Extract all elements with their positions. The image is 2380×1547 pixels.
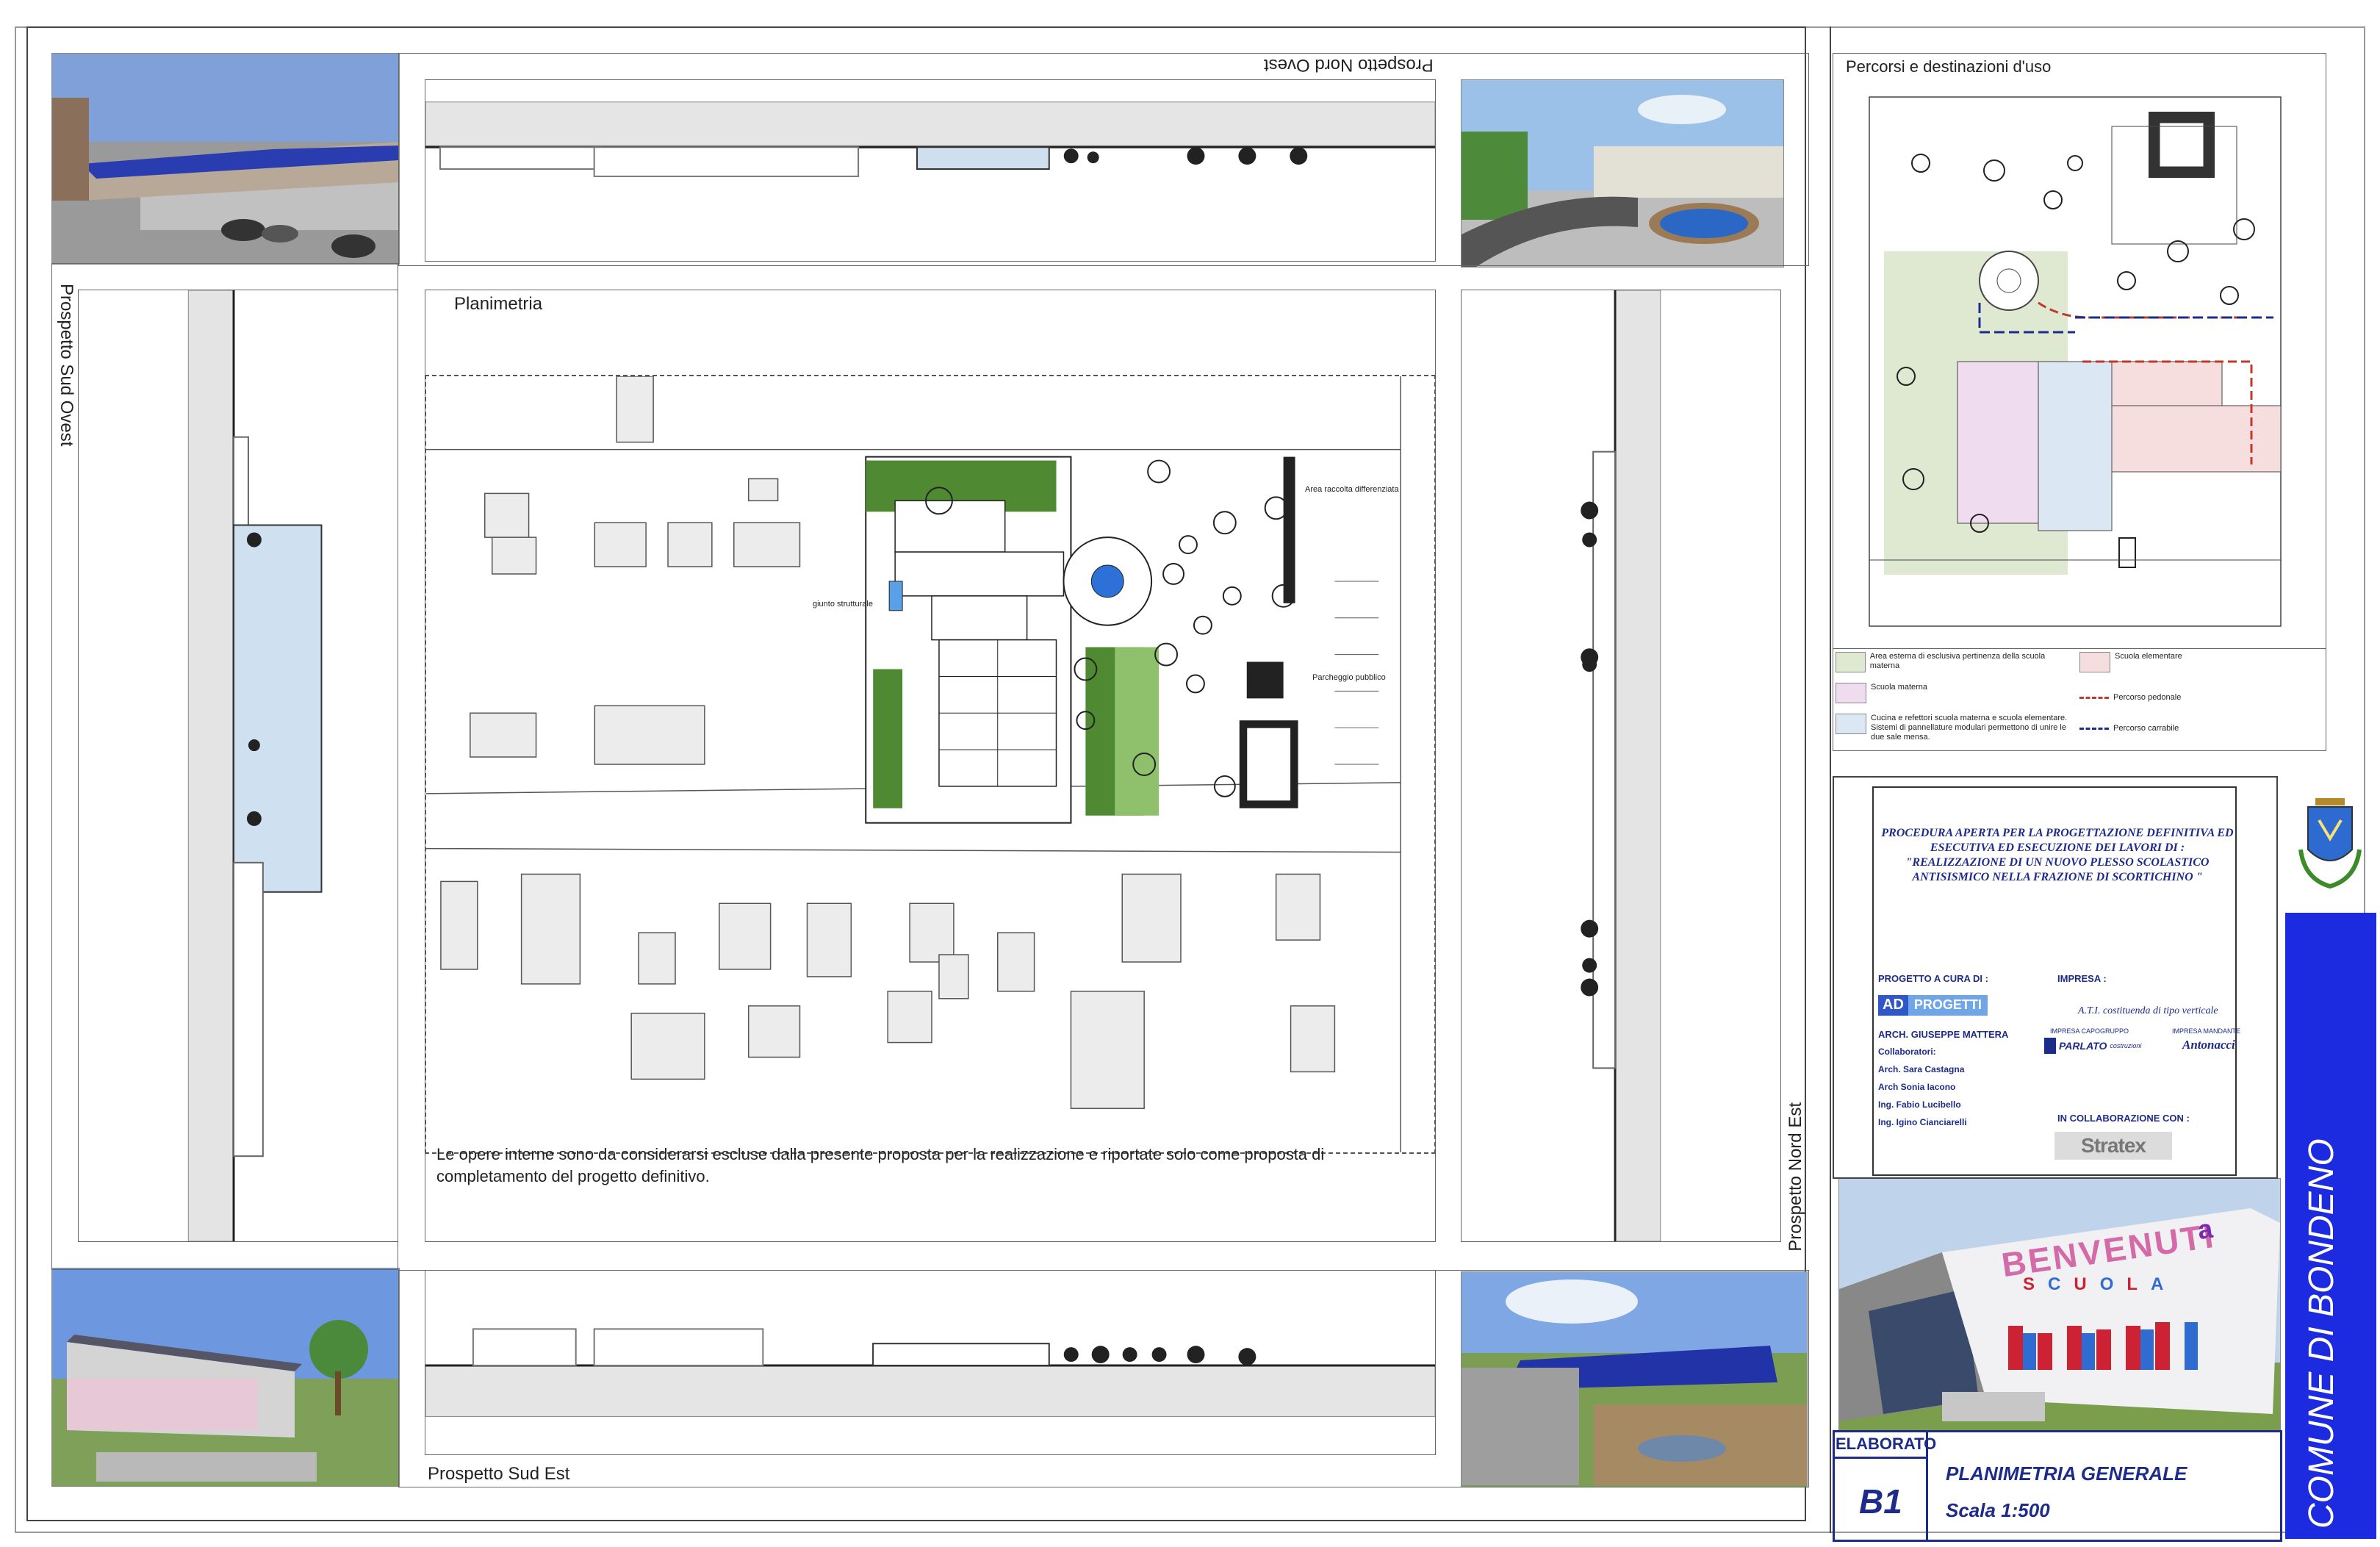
elevation-right-frame (1461, 290, 1781, 1242)
legend-text: Percorso carrabile (2113, 723, 2179, 733)
render-benvenuti: BENVENUTI a S C U O L A (1838, 1178, 2281, 1431)
letter-a: A (2151, 1274, 2164, 1294)
elaborato-code: B1 (1859, 1482, 1902, 1521)
legend-swatch (1836, 683, 1866, 703)
lead-company-label: IMPRESA CAPOGRUPPO (2050, 1027, 2129, 1035)
letter-c: C (2048, 1274, 2061, 1294)
plan-label-parking: Parcheggio pubblico (1312, 673, 1386, 682)
collaborator-2: Arch Sonia Iacono (1878, 1082, 1956, 1092)
letter-l: L (2126, 1274, 2138, 1294)
coat-of-arms-icon (2290, 783, 2370, 894)
ati-text: A.T.I. costituenda di tipo verticale (2078, 1005, 2218, 1016)
letter-o: O (2099, 1274, 2114, 1294)
company-label: IMPRESA : (2057, 973, 2107, 984)
procedure-text: PROCEDURA APERTA PER LA PROGETTAZIONE DE… (1881, 827, 2234, 854)
routes-legend: Area esterna di esclusiva pertinenza del… (1833, 648, 2326, 751)
scuola-letters: S C U O L A (2023, 1274, 2163, 1295)
legend-item: Scuola materna (1836, 683, 2071, 712)
plan-label-waste: Area raccolta differenziata (1305, 485, 1399, 494)
collab-with-label: IN COLLABORAZIONE CON : (2057, 1113, 2190, 1124)
elevation-left-title: Prospetto Sud Ovest (57, 284, 76, 447)
elevation-right-title: Prospetto Nord Est (1786, 1102, 1805, 1252)
elevation-left-drawing (78, 290, 398, 1242)
collab-label: Collaboratori: (1878, 1047, 1936, 1057)
parlato-name: PARLATO (2059, 1040, 2107, 1052)
antonacci-logo: Antonacci (2182, 1038, 2235, 1052)
legend-text: Cucina e refettori scuola materna e scuo… (1871, 714, 2068, 742)
legend-item: Area esterna di esclusiva pertinenza del… (1836, 652, 2071, 681)
legend-swatch-line (2079, 727, 2109, 730)
project-quote: "REALIZZAZIONE DI UN NUOVO PLESSO SCOLAS… (1905, 856, 2210, 883)
legend-swatch-line (2079, 696, 2109, 699)
legend-swatch (2079, 652, 2110, 672)
plan-note: Le opere interne sono da considerarsi es… (436, 1145, 1325, 1185)
ad-logo: AD (1878, 995, 1908, 1016)
parlato-sub: costruzioni (2110, 1042, 2142, 1049)
municipality-name: COMUNE DI BONDENO (2302, 1138, 2341, 1529)
letter-u: U (2074, 1274, 2087, 1294)
progetti-logo: PROGETTI (1908, 995, 1988, 1016)
elevation-top-drawing (425, 79, 1436, 262)
elevation-top-title: Prospetto Nord Ovest (1264, 55, 1434, 75)
routes-title: Percorsi e destinazioni d'uso (1846, 57, 2052, 76)
elevation-bottom-drawing (425, 1270, 1436, 1455)
stratex-text: Stratex (2081, 1134, 2146, 1157)
plan-drawing: Area raccolta differenziata Parcheggio p… (425, 375, 1436, 1154)
plan-title: Planimetria (454, 294, 543, 314)
plan-label-joint: giunto strutturale (813, 600, 873, 609)
elaborato-divider (1833, 1457, 1928, 1459)
legend-item: Percorso carrabile (2079, 714, 2315, 743)
legend-item: Percorso pedonale (2079, 683, 2315, 712)
legend-item: Cucina e refettori scuola materna e scuo… (1836, 714, 2071, 749)
architect-name: ARCH. GIUSEPPE MATTERA (1878, 1029, 2009, 1040)
legend-text: Percorso pedonale (2113, 692, 2182, 702)
parlato-icon (2044, 1038, 2056, 1054)
drawing-title-box (1928, 1430, 2282, 1542)
elevation-bottom-title: Prospetto Sud Est (428, 1464, 570, 1484)
letter-s: S (2023, 1274, 2035, 1294)
legend-item: Scuola elementare (2079, 652, 2315, 681)
stratex-logo: Stratex (2054, 1132, 2172, 1160)
principal-company-label: IMPRESA MANDANTE (2172, 1027, 2241, 1035)
parlato-logo: PARLATO costruzioni (2044, 1038, 2141, 1054)
drawing-scale: Scala 1:500 (1946, 1499, 2050, 1521)
legend-text: Area esterna di esclusiva pertinenza del… (1869, 652, 2046, 670)
collaborator-4: Ing. Igino Cianciarelli (1878, 1117, 1967, 1127)
render-top-left (51, 53, 400, 265)
elaborato-label: ELABORATO (1836, 1435, 1937, 1453)
collaborator-3: Ing. Fabio Lucibello (1878, 1099, 1961, 1110)
ad-progetti-logo: AD PROGETTI (1878, 995, 1988, 1016)
legend-swatch (1836, 714, 1866, 734)
drawing-title: PLANIMETRIA GENERALE (1946, 1462, 2187, 1485)
render-bottom-left (51, 1268, 400, 1487)
design-label: PROGETTO A CURA DI : (1878, 973, 1988, 984)
legend-text: Scuola elementare (2115, 652, 2182, 661)
legend-text: Scuola materna (1871, 683, 1928, 692)
routes-drawing (1833, 82, 2326, 648)
collaborator-1: Arch. Sara Castagna (1878, 1064, 1965, 1074)
legend-swatch (1836, 652, 1866, 672)
